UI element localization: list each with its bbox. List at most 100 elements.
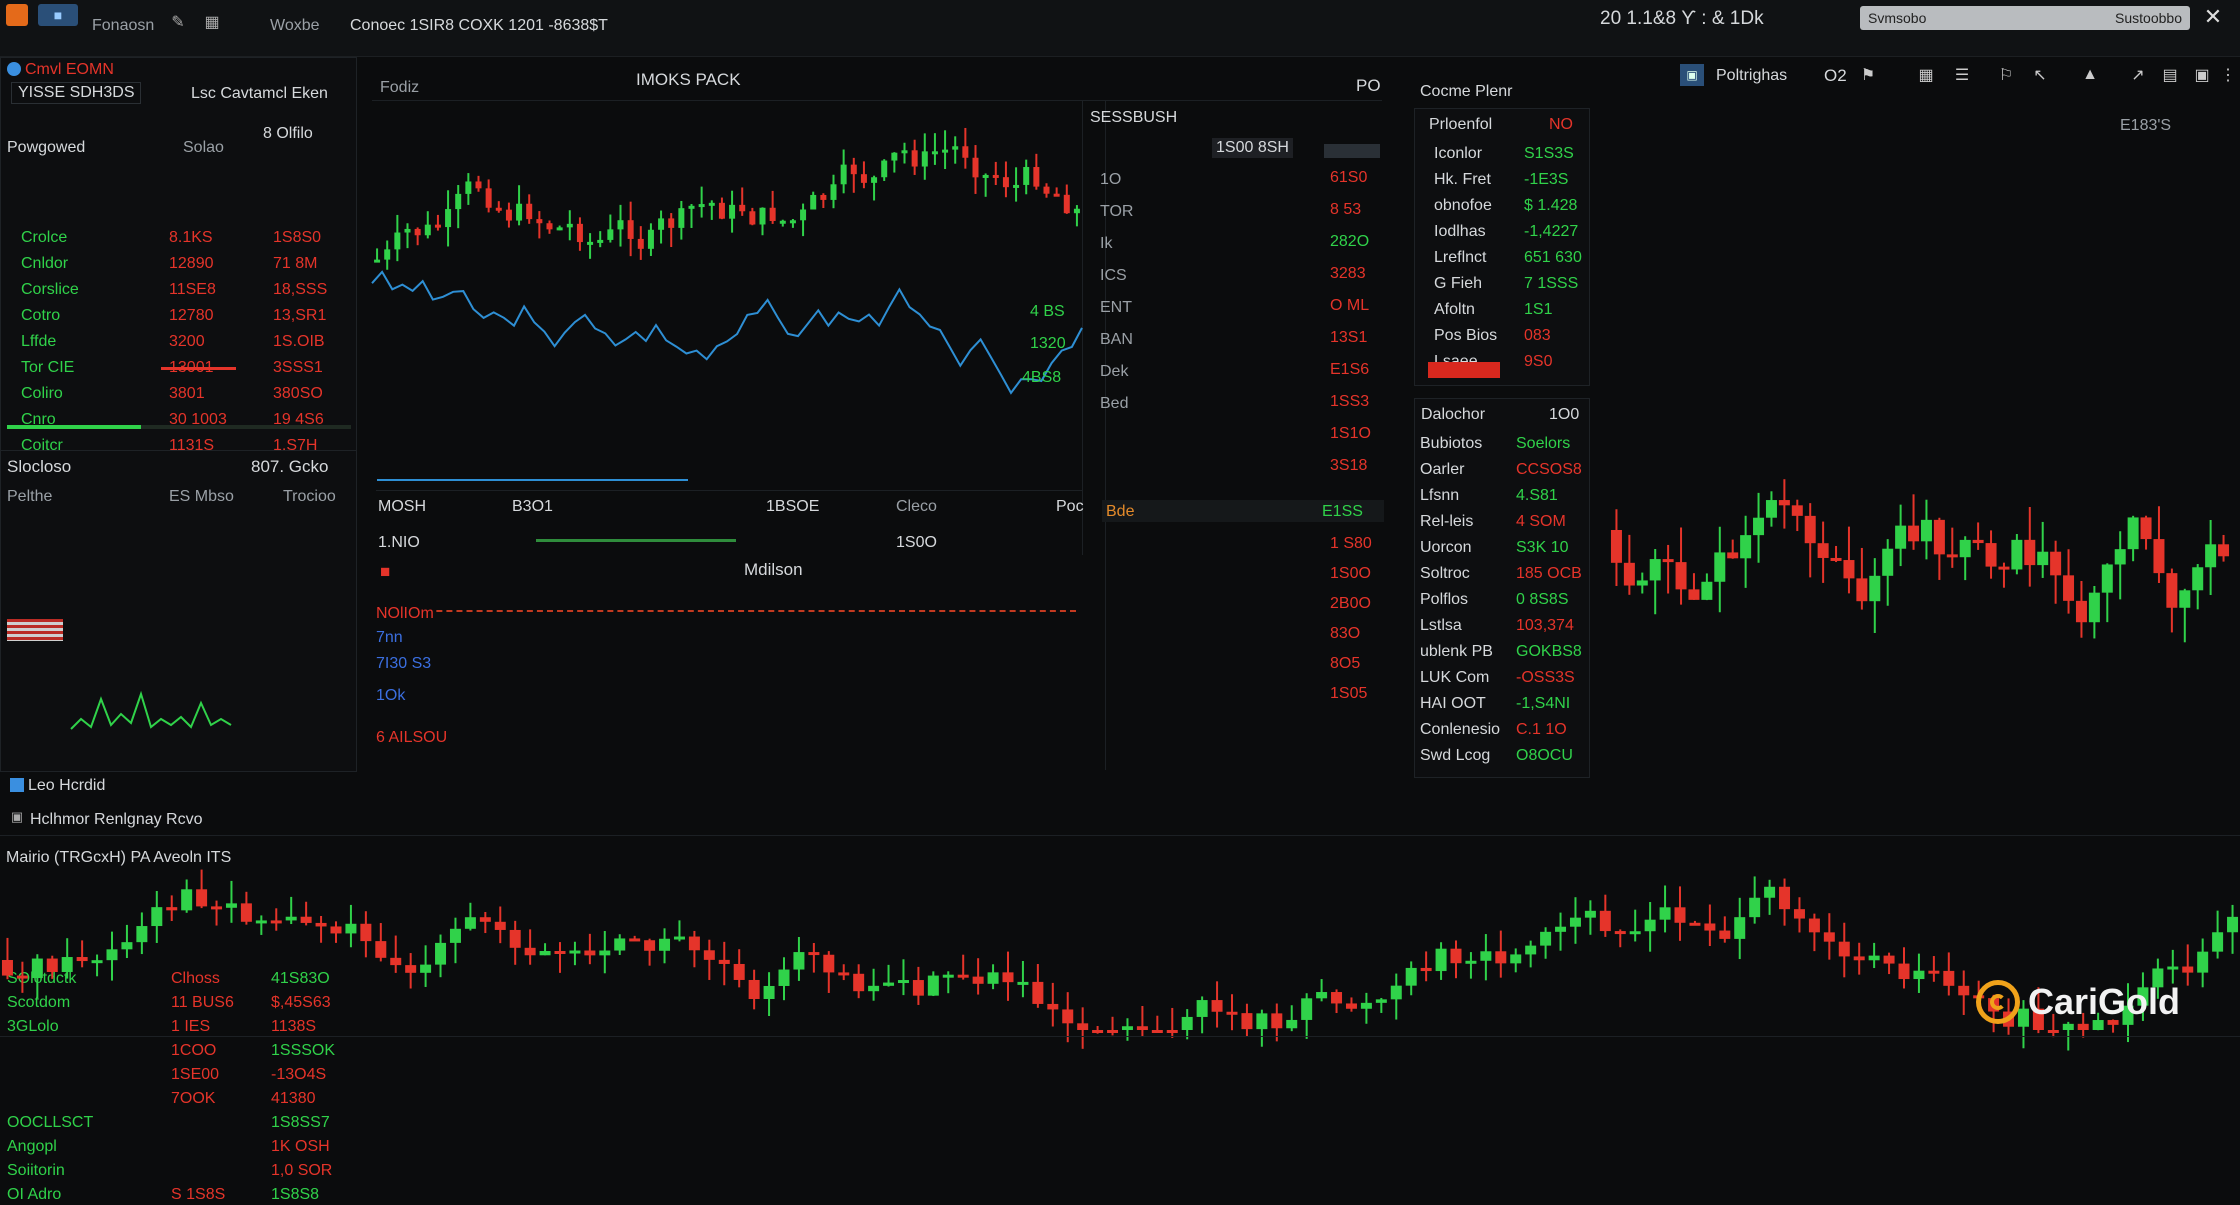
draw-icon[interactable]: ↖ [2030, 64, 2050, 86]
side2-row-name[interactable]: Lstlsa [1420, 616, 1462, 636]
bottom-candle [1390, 985, 1402, 1000]
expand-icon[interactable]: ↗ [2128, 64, 2148, 86]
footer-link[interactable]: Leo Hcrdid [28, 776, 105, 796]
menu-item[interactable]: Fonaosn [92, 16, 154, 36]
center-candle [759, 207, 766, 225]
side-row-name[interactable]: Iodlhas [1434, 222, 1486, 242]
price-mark: 1S05 [1330, 685, 1368, 702]
bottom-candle [255, 920, 267, 924]
chart-type-icon[interactable]: ☰ [1952, 64, 1972, 86]
watch-icon[interactable] [7, 62, 21, 76]
summary-header-3: Trocioo [283, 488, 336, 505]
menu-item[interactable]: Woxbe [270, 16, 320, 36]
side2-row-name[interactable]: Oarler [1420, 460, 1464, 480]
pencil-icon[interactable]: ✎ [168, 12, 188, 32]
side2-row-name[interactable]: Rel-leis [1420, 512, 1473, 532]
pin-icon[interactable]: ⚑ [1858, 64, 1878, 86]
side2-row-name[interactable]: ublenk PB [1420, 642, 1493, 662]
side2-row-name[interactable]: Swd Lcog [1420, 746, 1490, 766]
bottom-candle [1136, 1026, 1148, 1030]
side-row-name[interactable]: Lreflnct [1434, 248, 1486, 268]
right-candle [1727, 552, 1739, 559]
layout-icon[interactable]: ▤ [2160, 64, 2180, 86]
list-item-name[interactable]: Coliro [21, 384, 63, 404]
list-item-name[interactable]: Tor CIE [21, 358, 74, 378]
center-candle [911, 150, 918, 167]
center-candle [1013, 184, 1020, 188]
side-row-name[interactable]: Iconlor [1434, 144, 1482, 164]
side2-row-name[interactable]: Polflos [1420, 590, 1468, 610]
right-candlestick-chart [1610, 479, 2230, 643]
side2-row-name[interactable]: Uorcon [1420, 538, 1472, 558]
side2-row-name[interactable]: Lfsnn [1420, 486, 1459, 506]
summary-row-name[interactable]: OI Adro [7, 1185, 61, 1205]
indicator-icon[interactable]: ▲ [2080, 64, 2100, 86]
summary-row-name[interactable]: OOCLLSCT [7, 1113, 93, 1133]
price-mark: 1S0O [1330, 565, 1371, 582]
side2-row-name[interactable]: Conlenesio [1420, 720, 1500, 740]
center-candle [475, 181, 482, 189]
bottom-candle [868, 985, 880, 992]
center-candle [800, 209, 807, 221]
sub-label: Bed [1100, 395, 1129, 412]
sub-label: Ik [1100, 235, 1113, 252]
side-row-name[interactable]: Afoltn [1434, 300, 1475, 320]
list-item-name[interactable]: Cnldor [21, 254, 68, 274]
symbol-line[interactable]: YISSE SDH3DS [11, 82, 142, 104]
right-candle [1830, 557, 1842, 561]
note-2: 7nn [376, 629, 403, 646]
chart-app-icon[interactable]: ▣ [1680, 64, 1704, 86]
camera-icon[interactable]: ▣ [2192, 64, 2212, 86]
bottom-candle [449, 928, 461, 943]
right-candle [2166, 573, 2178, 608]
bottom-candle [285, 916, 297, 921]
bottom-candle [46, 958, 58, 972]
bottom-candle [420, 964, 432, 973]
side2-row-name[interactable]: Soltroc [1420, 564, 1470, 584]
bottom-candle [1674, 907, 1686, 923]
summary-row-value: -13O4S [271, 1066, 327, 1083]
list-item-name[interactable]: Crolce [21, 228, 67, 248]
center-candle [465, 181, 472, 194]
side2-row-name[interactable]: Bubiotos [1420, 434, 1482, 454]
more-icon[interactable]: ⋮ [2220, 64, 2236, 86]
right-candle [1649, 559, 1661, 581]
chart-title-left: Fodiz [380, 79, 420, 96]
settings-icon[interactable]: ▦ [1916, 64, 1936, 86]
bottom-candle [1331, 992, 1343, 1004]
right-candle [2011, 539, 2023, 570]
summary-row-name[interactable]: Angopl [7, 1137, 57, 1157]
app-logo-icon[interactable] [6, 4, 28, 26]
summary-row-name[interactable]: Soiitorin [7, 1161, 65, 1181]
list-item-name[interactable]: Cotro [21, 306, 60, 326]
center-candle [505, 209, 512, 221]
side2-row-name[interactable]: LUK Com [1420, 668, 1489, 688]
bottom-candle [1420, 967, 1432, 972]
right-candle [2218, 544, 2230, 557]
center-candle [962, 146, 969, 158]
list-item-name[interactable]: Corslice [21, 280, 79, 300]
dashed-line [376, 610, 1076, 612]
bottom-candle [1853, 956, 1865, 961]
list-item-name[interactable]: Lffde [21, 332, 56, 352]
col-header-val: Solao [183, 139, 224, 156]
side-row-name[interactable]: Pos Bios [1434, 326, 1497, 346]
brand-logo: CariGold [1976, 976, 2180, 1028]
bottom-candle [225, 903, 237, 908]
close-icon[interactable]: ✕ [2200, 4, 2226, 30]
search-box[interactable]: Svmsobo Sustoobbo [1860, 6, 2190, 30]
right-candle [1933, 519, 1945, 555]
side-row-name[interactable]: Hk. Fret [1434, 170, 1491, 190]
bottom-candle [1450, 948, 1462, 964]
side2-row-name[interactable]: HAI OOT [1420, 694, 1486, 714]
grid-icon[interactable]: ▦ [202, 12, 222, 32]
summary-row-mid: 1SE00 [171, 1066, 220, 1083]
side-row-name[interactable]: obnofoe [1434, 196, 1492, 216]
side-row-name[interactable]: G Fieh [1434, 274, 1482, 294]
layout-icon[interactable]: ■ [38, 4, 78, 26]
flag-icon[interactable]: ⚐ [1996, 64, 2016, 86]
pin-icon[interactable]: ▣ [10, 809, 24, 824]
side-title: Cocme Plenr [1420, 83, 1513, 100]
chart-symbol[interactable]: Poltrighas [1716, 66, 1787, 86]
checkbox[interactable] [10, 778, 24, 792]
